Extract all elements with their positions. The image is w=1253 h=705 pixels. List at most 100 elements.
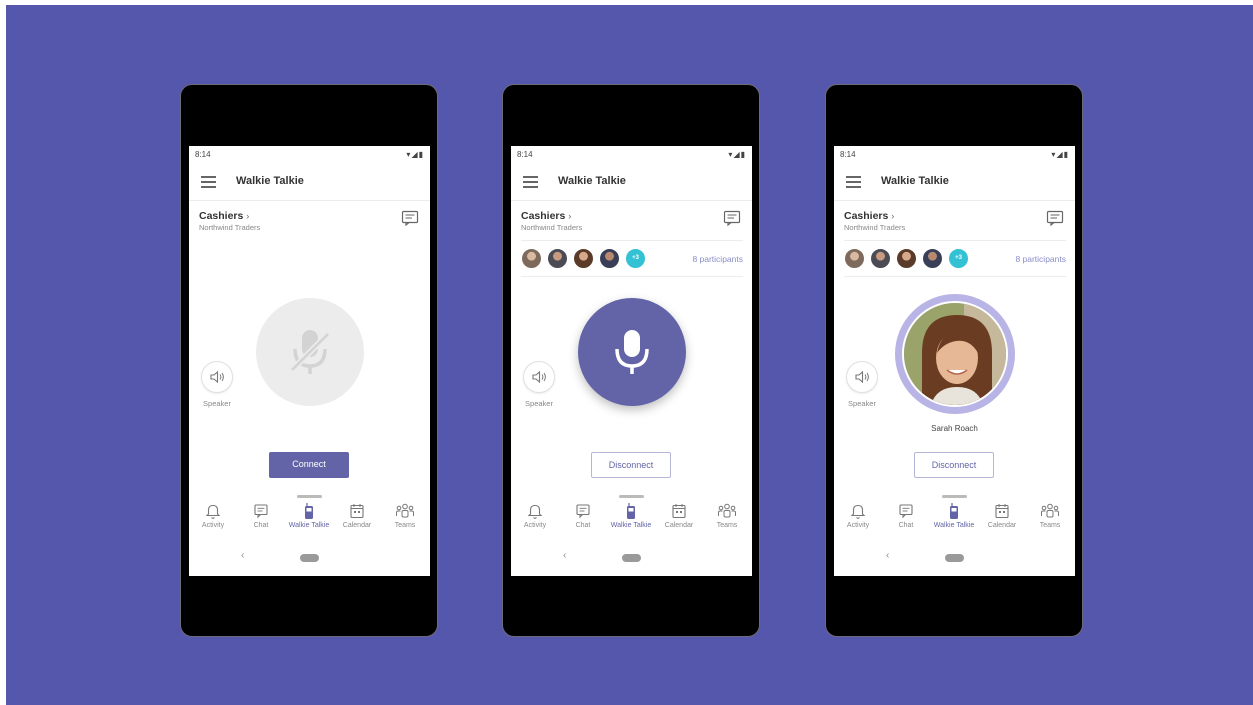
mic-button-muted[interactable] bbox=[256, 298, 364, 406]
participants-count: 8 participants bbox=[692, 254, 743, 264]
menu-icon[interactable] bbox=[523, 176, 538, 188]
tab-teams[interactable]: Teams bbox=[381, 502, 429, 529]
back-icon[interactable]: ‹ bbox=[241, 550, 244, 561]
walkie-talkie-icon bbox=[627, 503, 635, 519]
tab-label: Chat bbox=[898, 522, 914, 529]
divider bbox=[521, 240, 743, 241]
avatar bbox=[896, 248, 917, 269]
calendar-icon bbox=[350, 504, 364, 519]
status-icons: ▾◢▮ bbox=[1051, 150, 1069, 159]
channel-name: Cashiers bbox=[521, 210, 566, 222]
speaker-toggle[interactable]: Speaker bbox=[845, 361, 879, 408]
app-title: Walkie Talkie bbox=[881, 175, 949, 187]
tab-label: Walkie Talkie bbox=[933, 522, 975, 529]
drawer-handle[interactable] bbox=[942, 495, 967, 498]
chat-icon[interactable] bbox=[1046, 210, 1064, 226]
phone-connected: 8:14 ▾◢▮ Walkie Talkie Cashiers › Northw… bbox=[502, 84, 760, 637]
home-pill[interactable] bbox=[945, 554, 964, 562]
tab-teams[interactable]: Teams bbox=[703, 502, 751, 529]
tab-activity[interactable]: Activity bbox=[834, 502, 882, 529]
status-bar: 8:14 ▾◢▮ bbox=[189, 146, 430, 164]
bell-icon bbox=[527, 504, 543, 519]
status-time: 8:14 bbox=[840, 150, 856, 159]
team-name: Northwind Traders bbox=[521, 223, 583, 232]
more-participants-badge: +3 bbox=[948, 248, 969, 269]
avatar bbox=[844, 248, 865, 269]
avatar bbox=[573, 248, 594, 269]
speaker-photo-ring[interactable] bbox=[895, 294, 1015, 414]
divider bbox=[844, 240, 1066, 241]
avatar bbox=[870, 248, 891, 269]
tab-calendar[interactable]: Calendar bbox=[978, 502, 1026, 529]
tab-walkie-talkie[interactable]: Walkie Talkie bbox=[607, 502, 655, 529]
menu-icon[interactable] bbox=[201, 176, 216, 188]
participants-row[interactable]: +3 8 participants bbox=[521, 248, 743, 270]
phone-disconnected: 8:14 ▾◢▮ Walkie Talkie Cashiers › Northw… bbox=[180, 84, 438, 637]
drawer-handle[interactable] bbox=[297, 495, 322, 498]
tab-label: Chat bbox=[575, 522, 591, 529]
drawer-handle[interactable] bbox=[619, 495, 644, 498]
status-time: 8:14 bbox=[195, 150, 211, 159]
channel-header[interactable]: Cashiers › Northwind Traders bbox=[199, 210, 260, 232]
tab-label: Walkie Talkie bbox=[288, 522, 330, 529]
phone-screen: 8:14 ▾◢▮ Walkie Talkie Cashiers › Northw… bbox=[511, 146, 752, 576]
disconnect-button[interactable]: Disconnect bbox=[591, 452, 671, 478]
calendar-icon bbox=[995, 504, 1009, 519]
tab-walkie-talkie[interactable]: Walkie Talkie bbox=[930, 502, 978, 529]
team-name: Northwind Traders bbox=[199, 223, 261, 232]
channel-header[interactable]: Cashiers › Northwind Traders bbox=[521, 210, 582, 232]
more-participants-badge: +3 bbox=[625, 248, 646, 269]
bottom-tab-bar: Activity Chat Walkie Talkie Calendar Tea… bbox=[189, 502, 430, 542]
tab-walkie-talkie[interactable]: Walkie Talkie bbox=[285, 502, 333, 529]
phone-screen: 8:14 ▾◢▮ Walkie Talkie Cashiers › Northw… bbox=[189, 146, 430, 576]
status-time: 8:14 bbox=[517, 150, 533, 159]
tab-label: Calendar bbox=[664, 522, 694, 529]
avatar bbox=[547, 248, 568, 269]
channel-header[interactable]: Cashiers › Northwind Traders bbox=[844, 210, 905, 232]
speaker-photo bbox=[902, 301, 1008, 407]
tab-calendar[interactable]: Calendar bbox=[333, 502, 381, 529]
tab-chat[interactable]: Chat bbox=[237, 502, 285, 529]
teams-icon bbox=[718, 503, 736, 518]
tab-label: Teams bbox=[716, 522, 738, 529]
back-icon[interactable]: ‹ bbox=[886, 550, 889, 561]
tab-chat[interactable]: Chat bbox=[882, 502, 930, 529]
bottom-tab-bar: Activity Chat Walkie Talkie Calendar Tea… bbox=[834, 502, 1075, 542]
speaker-toggle[interactable]: Speaker bbox=[200, 361, 234, 408]
status-bar: 8:14 ▾◢▮ bbox=[834, 146, 1075, 164]
avatar bbox=[521, 248, 542, 269]
calendar-icon bbox=[672, 504, 686, 519]
chat-tab-icon bbox=[254, 504, 268, 519]
avatar bbox=[599, 248, 620, 269]
app-title: Walkie Talkie bbox=[236, 175, 304, 187]
speaker-icon bbox=[523, 361, 555, 393]
back-icon[interactable]: ‹ bbox=[563, 550, 566, 561]
tab-activity[interactable]: Activity bbox=[189, 502, 237, 529]
tab-label: Teams bbox=[394, 522, 416, 529]
connect-button[interactable]: Connect bbox=[269, 452, 349, 478]
walkie-talkie-icon bbox=[950, 503, 958, 519]
speaker-icon bbox=[201, 361, 233, 393]
tab-activity[interactable]: Activity bbox=[511, 502, 559, 529]
mic-button-active[interactable] bbox=[578, 298, 686, 406]
tab-teams[interactable]: Teams bbox=[1026, 502, 1074, 529]
speaker-label: Speaker bbox=[525, 399, 553, 408]
channel-name: Cashiers bbox=[199, 210, 244, 222]
speaker-toggle[interactable]: Speaker bbox=[522, 361, 556, 408]
chevron-right-icon: › bbox=[568, 211, 572, 221]
mic-off-icon bbox=[287, 329, 333, 375]
chat-icon[interactable] bbox=[723, 210, 741, 226]
tab-label: Activity bbox=[846, 522, 870, 529]
menu-icon[interactable] bbox=[846, 176, 861, 188]
app-bar: Walkie Talkie bbox=[189, 164, 430, 201]
tab-chat[interactable]: Chat bbox=[559, 502, 607, 529]
participants-row[interactable]: +3 8 participants bbox=[844, 248, 1066, 270]
status-bar: 8:14 ▾◢▮ bbox=[511, 146, 752, 164]
home-pill[interactable] bbox=[622, 554, 641, 562]
tab-calendar[interactable]: Calendar bbox=[655, 502, 703, 529]
chat-icon[interactable] bbox=[401, 210, 419, 226]
disconnect-button[interactable]: Disconnect bbox=[914, 452, 994, 478]
divider bbox=[521, 276, 743, 277]
home-pill[interactable] bbox=[300, 554, 319, 562]
app-bar: Walkie Talkie bbox=[834, 164, 1075, 201]
